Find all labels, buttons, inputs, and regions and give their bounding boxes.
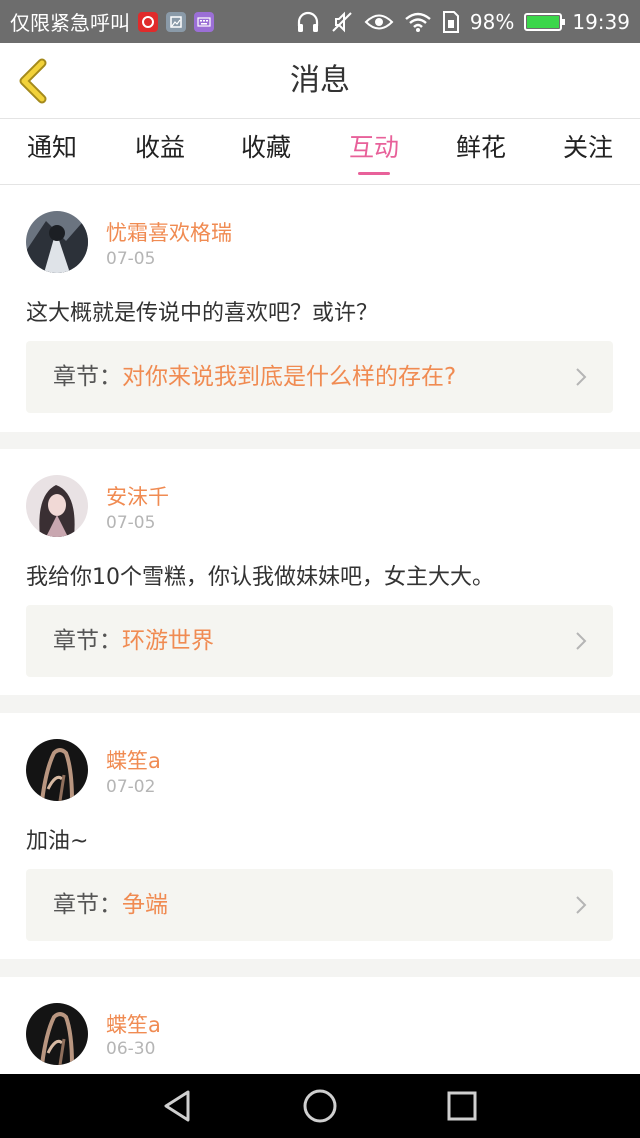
chapter-title: 对你来说我到底是什么样的存在? (122, 364, 457, 390)
username[interactable]: 蝶笙a (106, 745, 161, 775)
tab-favorites[interactable]: 收藏 (216, 119, 316, 185)
username[interactable]: 蝶笙a (106, 1009, 161, 1039)
tab-label: 通知 (26, 133, 77, 162)
wifi-icon (405, 12, 431, 32)
home-circle-icon[interactable] (302, 1088, 338, 1124)
chapter-label: 章节： (53, 892, 122, 918)
page-title: 消息 (290, 63, 350, 98)
chapter-label: 章节： (53, 364, 122, 390)
netease-music-icon (138, 11, 158, 32)
tab-bar: 通知 收益 收藏 互动 鲜花 关注 (0, 119, 640, 185)
battery-icon (524, 12, 566, 31)
chevron-right-icon (576, 632, 587, 650)
back-triangle-icon[interactable] (160, 1088, 196, 1124)
clock: 19:39 (572, 9, 630, 34)
message-date: 06-30 (106, 1039, 156, 1059)
tab-label: 收益 (134, 133, 185, 162)
message-card: 蝶笙a 07-02 加油~ 章节：争端 (0, 713, 640, 959)
username[interactable]: 安沫千 (106, 481, 169, 511)
active-tab-indicator (358, 172, 390, 175)
message-text: 我给你10个雪糕，你认我做妹妹吧，女主大大。 (26, 565, 494, 590)
avatar[interactable] (26, 475, 88, 537)
avatar[interactable] (26, 739, 88, 801)
message-date: 07-02 (106, 777, 156, 797)
sim-icon (442, 10, 459, 33)
tab-interaction[interactable]: 互动 (324, 119, 424, 185)
chapter-link[interactable]: 章节：环游世界 (26, 605, 613, 677)
app-header: 消息 (0, 43, 640, 119)
chevron-right-icon (576, 896, 587, 914)
chevron-left-icon (19, 58, 47, 104)
carrier-text: 仅限紧急呼叫 (10, 11, 130, 35)
chapter-label: 章节： (53, 628, 122, 654)
avatar[interactable] (26, 1003, 88, 1065)
recents-square-icon[interactable] (444, 1088, 480, 1124)
tab-label: 鲜花 (455, 133, 506, 162)
headphones-icon (297, 11, 319, 32)
chapter-title: 环游世界 (122, 628, 214, 654)
battery-percent: 98% (469, 9, 515, 34)
tab-label: 关注 (562, 133, 613, 162)
tab-earnings[interactable]: 收益 (110, 119, 210, 185)
message-card: 忧霜喜欢格瑞 07-05 这大概就是传说中的喜欢吧？或许？ 章节：对你来说我到底… (0, 185, 640, 432)
gallery-icon (166, 11, 186, 32)
message-text: 加油~ (26, 829, 89, 854)
tab-label: 互动 (348, 133, 399, 162)
avatar[interactable] (26, 211, 88, 273)
status-bar: 仅限紧急呼叫 98% 19:39 (0, 0, 640, 43)
chapter-link[interactable]: 章节：争端 (26, 869, 613, 941)
tab-flowers[interactable]: 鲜花 (431, 119, 531, 185)
chapter-link[interactable]: 章节：对你来说我到底是什么样的存在? (26, 341, 613, 413)
tab-label: 收藏 (240, 133, 291, 162)
system-nav-bar (0, 1074, 640, 1138)
mute-icon (332, 11, 352, 32)
back-button[interactable] (14, 57, 54, 105)
message-date: 07-05 (106, 249, 156, 269)
message-date: 07-05 (106, 513, 156, 533)
message-text: 这大概就是传说中的喜欢吧？或许？ (26, 301, 379, 326)
tab-follow[interactable]: 关注 (538, 119, 638, 185)
message-card: 安沫千 07-05 我给你10个雪糕，你认我做妹妹吧，女主大大。 章节：环游世界 (0, 449, 640, 695)
message-card: 蝶笙a 06-30 (0, 977, 640, 1074)
chevron-right-icon (576, 368, 587, 386)
tab-notice[interactable]: 通知 (2, 119, 102, 185)
chapter-title: 争端 (122, 892, 168, 918)
username[interactable]: 忧霜喜欢格瑞 (106, 217, 232, 247)
keyboard-icon (194, 11, 214, 32)
eye-icon (364, 14, 394, 29)
